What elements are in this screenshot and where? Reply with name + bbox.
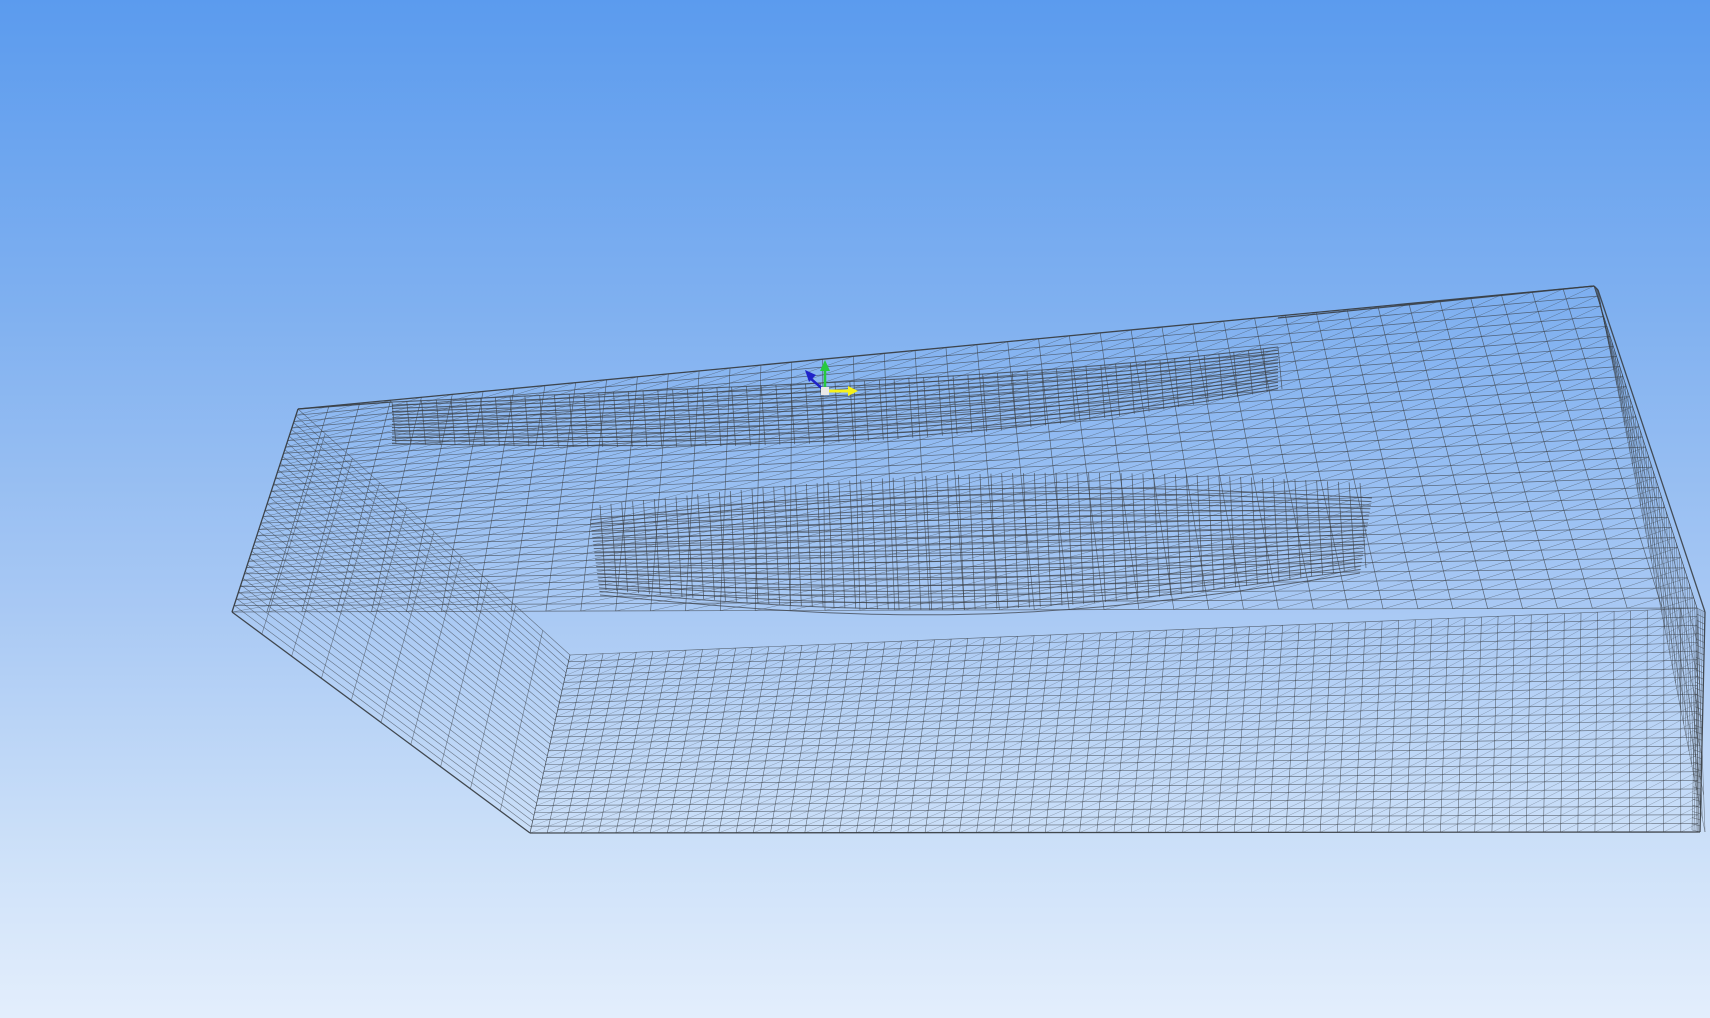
axis-origin: [821, 387, 829, 395]
mesh-front-face: [529, 607, 1699, 834]
mesh-scene[interactable]: [0, 0, 1710, 1018]
mesh-top-face: [231, 285, 1698, 613]
mesh-left-face: [231, 408, 571, 834]
axis-y-head: [820, 360, 830, 371]
3d-viewport[interactable]: [0, 0, 1710, 1018]
